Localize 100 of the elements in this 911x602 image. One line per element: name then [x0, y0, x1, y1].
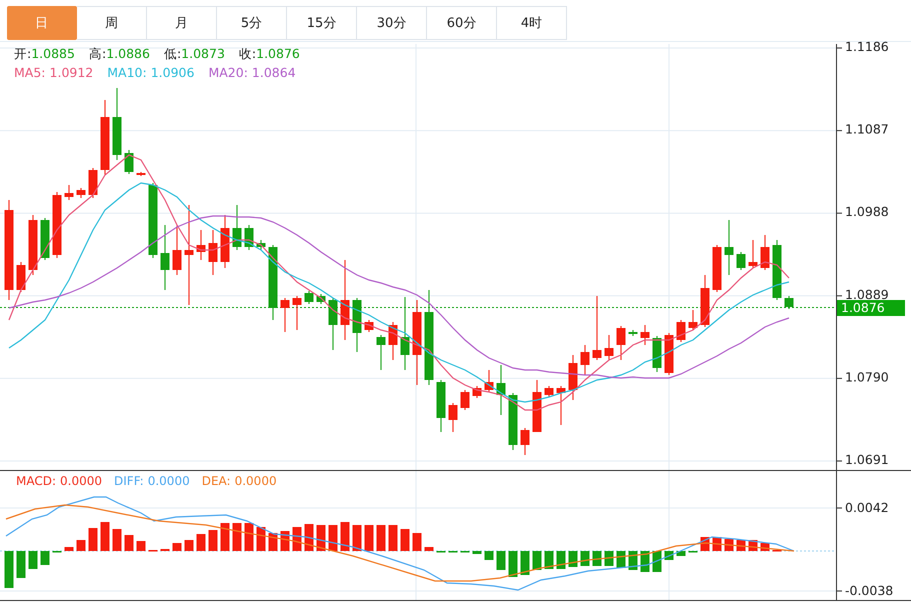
candlestick — [724, 220, 734, 276]
candlestick — [628, 330, 638, 336]
macd-histogram-bar — [412, 533, 422, 551]
macd-histogram-bar — [532, 551, 542, 570]
candlestick — [472, 386, 482, 398]
macd-histogram-bar — [472, 551, 482, 554]
macd-indicator-value: 0.0000 — [234, 474, 277, 488]
macd-histogram-bar — [64, 547, 74, 551]
candlestick — [220, 214, 230, 268]
macd-histogram-bar — [520, 551, 530, 575]
candlestick — [700, 274, 710, 328]
macd-histogram-bar — [328, 525, 338, 551]
candlestick — [28, 214, 38, 276]
candlestick — [652, 336, 662, 372]
candlestick — [556, 386, 566, 426]
macd-histogram-bar — [340, 522, 350, 551]
candlestick — [748, 240, 758, 268]
macd-histogram-bar — [676, 551, 686, 556]
macd-histogram-bar — [112, 529, 122, 551]
macd-histogram-bar — [568, 551, 578, 567]
candlestick — [172, 224, 182, 276]
candlestick — [40, 218, 50, 260]
candlestick — [532, 380, 542, 432]
candlestick — [328, 298, 338, 350]
candlestick — [484, 370, 494, 392]
current-price-label: 1.0876 — [837, 300, 905, 316]
period-tab[interactable]: 15分 — [287, 6, 357, 40]
candlestick — [448, 402, 458, 432]
candlestick — [736, 252, 746, 270]
candlestick — [208, 230, 218, 276]
macd-histogram-bar — [256, 527, 266, 551]
candlestick — [784, 296, 794, 310]
candlestick — [544, 386, 554, 398]
macd-histogram-bar — [556, 551, 566, 569]
moving-average-value: 1.0906 — [150, 65, 194, 80]
candlestick — [52, 192, 62, 258]
candlestick — [760, 234, 770, 270]
candlestick — [388, 322, 398, 360]
candlestick — [676, 320, 686, 342]
moving-average-label: MA20: — [208, 65, 248, 80]
price-tick-label: 1.1087 — [845, 122, 889, 137]
macd-histogram-bar — [304, 524, 314, 551]
candlestick — [352, 298, 362, 352]
macd-histogram-bar — [376, 525, 386, 551]
macd-histogram-bar — [28, 551, 38, 569]
macd-histogram-bar — [196, 534, 206, 551]
quote-value: 收:1.0876 — [238, 46, 300, 63]
period-tab[interactable]: 月 — [147, 6, 217, 40]
candlestick — [604, 334, 614, 360]
candlestick — [460, 390, 470, 410]
macd-histogram-bar — [544, 551, 554, 569]
macd-histogram-bar — [172, 543, 182, 551]
macd-indicator-value: 0.0000 — [148, 474, 190, 488]
macd-histogram-bar — [580, 551, 590, 566]
macd-histogram-bar — [316, 525, 326, 551]
candlestick — [292, 296, 302, 330]
macd-tick-label: -0.0038 — [845, 583, 894, 598]
candlestick — [592, 296, 602, 360]
macd-tick-label: 0.0042 — [845, 500, 889, 515]
quote-value: 高:1.0886 — [88, 46, 150, 63]
macd-indicator-label: DIFF: — [114, 474, 144, 488]
macd-indicator-label: DEA: — [202, 474, 231, 488]
macd-indicator-value: 0.0000 — [60, 474, 102, 488]
candlestick — [580, 344, 590, 376]
period-tab[interactable]: 30分 — [357, 6, 427, 40]
macd-indicator-label: MACD: — [16, 474, 56, 488]
candlestick — [688, 310, 698, 330]
macd-histogram-bar — [484, 551, 494, 560]
candlestick — [664, 332, 674, 376]
moving-average-label: MA5: — [14, 65, 46, 80]
macd-histogram-bar — [604, 551, 614, 566]
candlestick — [364, 320, 374, 332]
price-tick-label: 1.1186 — [845, 39, 889, 54]
macd-histogram-bar — [184, 540, 194, 551]
macd-histogram-bar — [232, 523, 242, 551]
macd-histogram-bar — [424, 547, 434, 551]
candlestick — [88, 168, 98, 198]
price-tick-label: 1.0988 — [845, 204, 889, 220]
macd-histogram-bar — [208, 530, 218, 551]
candlestick — [376, 334, 386, 370]
price-tick-label: 1.0790 — [845, 369, 889, 384]
candlestick — [280, 298, 290, 332]
macd-histogram-bar — [496, 551, 506, 570]
candlestick — [712, 244, 722, 292]
moving-average-label: MA10: — [107, 65, 147, 80]
period-tab[interactable]: 60分 — [427, 6, 497, 40]
period-tab[interactable]: 周 — [77, 6, 147, 40]
quote-value: 开:1.0885 — [14, 46, 75, 63]
period-tab[interactable]: 4时 — [497, 6, 567, 40]
moving-average-value: 1.0864 — [252, 65, 296, 80]
macd-histogram-bar — [40, 551, 50, 565]
candlestick — [160, 224, 170, 290]
candlestick — [76, 188, 86, 198]
candlestick — [124, 150, 134, 174]
period-tab[interactable]: 5分 — [217, 6, 287, 40]
price-tick-label: 1.0889 — [845, 286, 889, 302]
candlestick — [568, 354, 578, 400]
candlestick — [136, 172, 146, 176]
candlestick — [772, 240, 782, 300]
macd-histogram-bar — [100, 522, 110, 551]
